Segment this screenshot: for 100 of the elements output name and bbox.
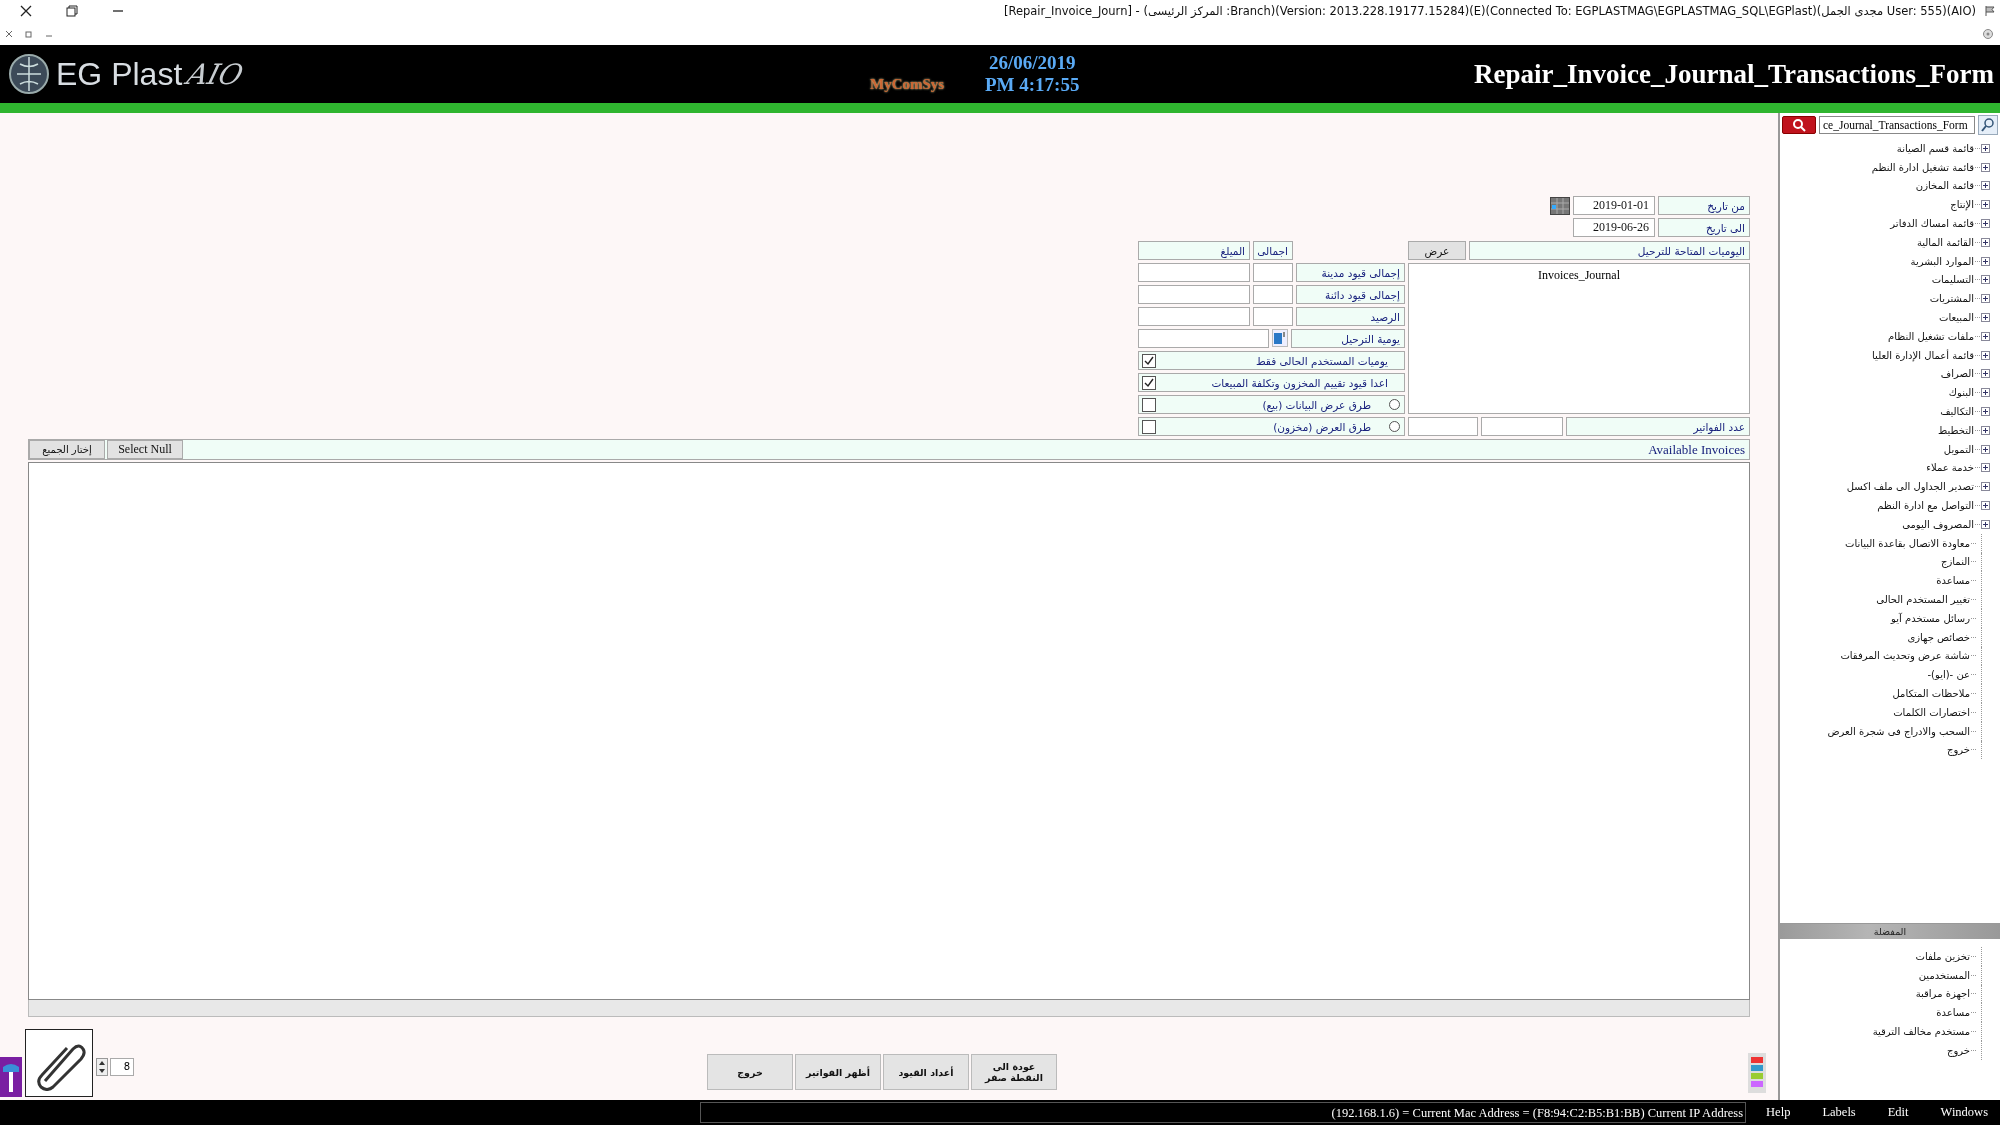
tree-item[interactable]: قائمة امساك الدفاتر (1890, 218, 1974, 230)
favorite-item[interactable]: خروج (1947, 1044, 1970, 1056)
tree-item[interactable]: رسائل مستخدم آيو (1891, 612, 1970, 624)
tree-item[interactable]: خدمة عملاء (1926, 462, 1974, 474)
total-field[interactable] (1253, 263, 1293, 282)
tree-item[interactable]: تصدير الجداول الى ملف اكسل (1846, 481, 1974, 493)
expand-icon[interactable] (1981, 219, 1990, 229)
search-button[interactable] (1782, 116, 1816, 134)
expand-icon[interactable] (1981, 501, 1990, 511)
lookup-icon[interactable] (1272, 329, 1288, 347)
favorite-item[interactable]: تخزين ملفات (1915, 950, 1970, 962)
menu-item[interactable]: Help (1746, 1105, 1803, 1120)
tree-item[interactable]: البنوك (1948, 387, 1974, 399)
expand-icon[interactable] (1981, 482, 1990, 492)
tree-item[interactable]: التسليمات (1931, 274, 1974, 286)
checkbox[interactable] (1142, 419, 1156, 434)
checkbox[interactable] (1142, 397, 1156, 412)
tree-item[interactable]: ملاحظات المتكامل (1892, 688, 1970, 699)
date-field[interactable]: 2019-06-26 (1573, 218, 1655, 237)
list-item[interactable]: Invoices_Journal (1538, 268, 1620, 283)
favorite-item[interactable]: المستخدمين (1918, 969, 1970, 981)
restore-icon[interactable] (25, 29, 33, 38)
tree-item[interactable]: مساعدة (1936, 575, 1970, 587)
attachment-button[interactable] (25, 1029, 93, 1097)
action-button[interactable]: أعداد القيود (883, 1054, 969, 1090)
count-field[interactable] (1481, 417, 1563, 436)
checkbox[interactable] (1142, 353, 1156, 368)
search-icon[interactable] (1978, 115, 1998, 135)
favorite-item[interactable]: اجهزة مراقبة (1915, 988, 1970, 1000)
expand-icon[interactable] (1981, 407, 1990, 417)
action-button[interactable]: أظهر الفواتير (795, 1054, 881, 1090)
show-button[interactable]: عرض (1408, 241, 1466, 260)
search-field[interactable]: ce_Journal_Transactions_Form (1819, 116, 1975, 134)
tree-item[interactable]: اختصارات الكلمات (1893, 706, 1970, 718)
expand-icon[interactable] (1981, 294, 1990, 304)
calendar-icon[interactable] (1550, 196, 1570, 215)
tree-item[interactable]: الموارد البشرية (1910, 255, 1974, 267)
tree-item[interactable]: التواصل مع ادارة النظم (1877, 500, 1974, 512)
count-field[interactable] (1408, 417, 1478, 436)
favorite-item[interactable]: مساعدة (1936, 1007, 1970, 1019)
expand-icon[interactable] (1981, 256, 1990, 266)
tree-item[interactable]: الصراف (1940, 368, 1974, 380)
tree-item[interactable]: قائمة تشغيل ادارة النظم (1871, 161, 1974, 173)
date-field[interactable]: 2019-01-01 (1573, 196, 1655, 215)
restore-icon[interactable] (66, 5, 78, 17)
select-button[interactable]: إختار الجميع (29, 440, 105, 459)
tree-item[interactable]: السحب والادراج فى شجرة العرض (1827, 725, 1970, 737)
menu-item[interactable]: Windows (1920, 1105, 2000, 1120)
scrollbar[interactable] (28, 1000, 1750, 1017)
expand-icon[interactable] (1981, 425, 1990, 435)
tree-item[interactable]: المشتريات (1929, 293, 1974, 305)
expand-icon[interactable] (1981, 143, 1990, 153)
expand-icon[interactable] (1981, 181, 1990, 191)
expand-icon[interactable] (1981, 369, 1990, 379)
expand-icon[interactable] (1981, 331, 1990, 341)
spinner-arrows-icon[interactable] (96, 1058, 108, 1076)
expand-icon[interactable] (1981, 463, 1990, 473)
amount-field[interactable] (1138, 285, 1250, 304)
radio-button[interactable] (1389, 421, 1400, 432)
expand-icon[interactable] (1981, 388, 1990, 398)
expand-icon[interactable] (1981, 200, 1990, 210)
expand-icon[interactable] (1981, 275, 1990, 285)
expand-icon[interactable] (1981, 162, 1990, 172)
expand-icon[interactable] (1981, 519, 1990, 529)
tree-item[interactable]: عن -(ايو)- (1927, 669, 1970, 681)
tree-item[interactable]: الإنتاج (1950, 199, 1974, 211)
expand-icon[interactable] (1981, 350, 1990, 360)
tree-item[interactable]: قائمة قسم الصيانة (1896, 142, 1974, 154)
tree-item[interactable]: معاودة الاتصال بقاعدة البيانات (1844, 537, 1970, 549)
tree-item[interactable]: قائمة أعمال الإدارة العليا (1872, 349, 1974, 361)
tree-item[interactable]: القائمة المالية (1916, 236, 1974, 248)
amount-field[interactable] (1138, 307, 1250, 326)
tree-item[interactable]: التكاليف (1940, 406, 1974, 418)
select-button[interactable]: Select Null (107, 440, 183, 459)
tree-item[interactable]: التخطيط (1938, 424, 1974, 436)
close-icon[interactable] (20, 5, 32, 17)
radio-button[interactable] (1389, 399, 1400, 410)
action-button[interactable]: عودة الى النقطة صفر (971, 1054, 1057, 1090)
amount-field[interactable] (1138, 263, 1250, 282)
journal-field[interactable] (1138, 329, 1269, 348)
tree-item[interactable]: خصائص جهازى (1907, 631, 1970, 643)
tree-item[interactable]: ملفات تشغيل النظام (1888, 330, 1974, 342)
menu-item[interactable]: Labels (1802, 1105, 1868, 1120)
total-field[interactable] (1253, 285, 1293, 304)
book-stack-icon[interactable] (1748, 1053, 1766, 1093)
tree-item[interactable]: خروج (1947, 744, 1970, 756)
tree-item[interactable]: تغيير المستخدم الحالى (1876, 594, 1970, 605)
expand-icon[interactable] (1981, 313, 1990, 323)
tree-item[interactable]: المبيعات (1939, 312, 1974, 324)
tree-item[interactable]: التمويل (1943, 443, 1974, 455)
tree-item[interactable]: شاشة عرض وتحديث المرفقات (1840, 650, 1970, 662)
checkbox[interactable] (1142, 375, 1156, 390)
gear-icon[interactable] (1982, 27, 1994, 40)
total-field[interactable] (1253, 307, 1293, 326)
pin-icon[interactable] (0, 1057, 22, 1097)
tree-item[interactable]: المصروف اليومى (1902, 518, 1974, 530)
action-button[interactable]: خروج (707, 1054, 793, 1090)
tree-item[interactable]: النمازج (1941, 556, 1970, 568)
menu-item[interactable]: Edit (1867, 1105, 1921, 1120)
tree-item[interactable]: قائمة المخازن (1915, 180, 1974, 192)
